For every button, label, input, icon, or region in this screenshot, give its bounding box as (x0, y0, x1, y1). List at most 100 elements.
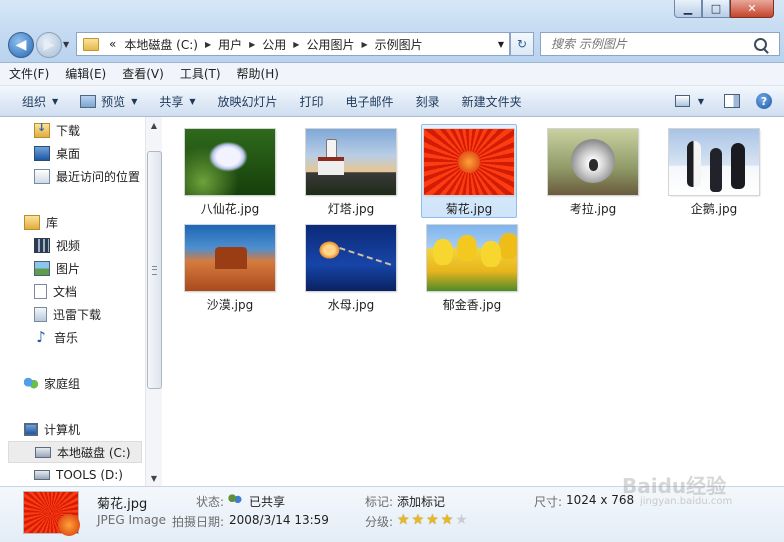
hard-drive-icon (34, 470, 50, 480)
file-list-view[interactable]: 八仙花.jpg 灯塔.jpg 菊花.jpg 考拉.jpg 企鹅.jpg 沙漠.j… (162, 117, 784, 486)
breadcrumb-separator-icon[interactable]: ▶ (202, 40, 214, 49)
refresh-button[interactable]: ↻ (510, 32, 534, 56)
slideshow-button[interactable]: 放映幻灯片 (207, 88, 289, 114)
menu-edit[interactable]: 编辑(E) (58, 63, 113, 85)
koala-thumbnail (548, 129, 638, 195)
window-controls: ▁ □ ✕ (674, 0, 774, 18)
file-item-jellyfish[interactable]: 水母.jpg (303, 220, 399, 314)
navigation-pane: 下载 桌面 最近访问的位置 库 视频 图片 文档 迅雷下载 (0, 117, 163, 486)
view-tools: ▼ ? (674, 86, 772, 116)
sidebar-item-pictures[interactable]: 图片 (34, 258, 80, 278)
sidebar-item-libraries[interactable]: 库 (24, 212, 58, 232)
help-icon[interactable]: ? (756, 93, 772, 109)
file-item-penguins[interactable]: 企鹅.jpg (666, 124, 762, 218)
star-icon[interactable]: ★ (455, 512, 468, 528)
sidebar-item-videos[interactable]: 视频 (34, 235, 80, 255)
view-dropdown-arrow-icon[interactable]: ▼ (690, 88, 704, 114)
sidebar-item-downloads[interactable]: 下载 (34, 120, 80, 140)
hydrangea-thumbnail (185, 129, 275, 195)
menu-help[interactable]: 帮助(H) (230, 63, 286, 85)
address-bar[interactable]: « 本地磁盘 (C:) ▶ 用户 ▶ 公用 ▶ 公用图片 ▶ 示例图片 ▼ (76, 32, 510, 56)
sidebar-item-label: 家庭组 (44, 376, 81, 391)
preview-button[interactable]: 预览 ▼ (69, 88, 148, 114)
sidebar-item-homegroup[interactable]: 家庭组 (24, 373, 80, 393)
search-icon[interactable] (754, 37, 767, 51)
command-bar: 组织 ▼ 预览 ▼ 共享 ▼ 放映幻灯片 打印 电子邮件 刻录 新建文件夹 ▼ … (0, 86, 784, 117)
file-name: 八仙花.jpg (200, 202, 260, 216)
music-note-icon: ♪ (36, 327, 46, 346)
search-input[interactable] (541, 36, 753, 52)
new-folder-button[interactable]: 新建文件夹 (451, 88, 533, 114)
burn-button[interactable]: 刻录 (405, 88, 451, 114)
scroll-up-arrow-icon[interactable]: ▲ (146, 117, 162, 133)
breadcrumb-local-disk[interactable]: 本地磁盘 (C:) (120, 36, 202, 53)
recent-pages-dropdown[interactable]: ▼ (63, 40, 69, 49)
menu-bar: 文件(F) 编辑(E) 查看(V) 工具(T) 帮助(H) (0, 63, 784, 86)
scrollbar-thumb[interactable] (147, 151, 162, 389)
navigation-scrollbar[interactable]: ▲ ▼ (145, 117, 162, 486)
sidebar-item-computer[interactable]: 计算机 (24, 419, 80, 439)
star-icon[interactable]: ★ (412, 512, 425, 528)
shared-users-icon (228, 494, 242, 506)
add-tags-field[interactable]: 添加标记 (397, 493, 445, 510)
organize-button[interactable]: 组织 ▼ (0, 88, 69, 114)
scroll-down-arrow-icon[interactable]: ▼ (146, 470, 162, 486)
breadcrumb-public-pictures[interactable]: 公用图片 (302, 36, 358, 53)
refresh-icon: ↻ (516, 37, 528, 51)
change-view-icon[interactable] (674, 95, 690, 107)
sidebar-item-recent-places[interactable]: 最近访问的位置 (34, 166, 140, 186)
file-item-hydrangea[interactable]: 八仙花.jpg (182, 124, 278, 218)
menu-file[interactable]: 文件(F) (2, 63, 56, 85)
breadcrumb-users[interactable]: 用户 (214, 36, 246, 53)
sidebar-item-desktop[interactable]: 桌面 (34, 143, 80, 163)
status-label: 状态: (196, 495, 225, 509)
homegroup-icon (24, 376, 38, 390)
sidebar-item-label: 计算机 (44, 422, 81, 437)
breadcrumb-separator-icon[interactable]: ▶ (246, 40, 258, 49)
file-item-tulips[interactable]: 郁金香.jpg (424, 220, 520, 314)
sidebar-item-documents[interactable]: 文档 (34, 281, 77, 301)
forward-button[interactable]: ▶ (36, 32, 62, 58)
sidebar-item-label: 视频 (56, 238, 81, 253)
sidebar-item-label: 图片 (56, 261, 81, 276)
penguins-thumbnail (669, 129, 759, 195)
address-overflow[interactable]: « (105, 37, 120, 51)
file-name: 沙漠.jpg (206, 298, 254, 312)
video-library-icon (34, 237, 50, 253)
close-button[interactable]: ✕ (730, 0, 774, 18)
share-button[interactable]: 共享 ▼ (148, 88, 206, 114)
breadcrumb-public[interactable]: 公用 (258, 36, 290, 53)
sidebar-item-music[interactable]: ♪ 音乐 (34, 327, 78, 347)
rating-stars[interactable]: ★ ★ ★ ★ ★ (397, 512, 470, 528)
star-icon[interactable]: ★ (426, 512, 439, 528)
breadcrumb-separator-icon[interactable]: ▶ (290, 40, 302, 49)
sidebar-item-label: 文档 (53, 284, 78, 299)
sidebar-item-thunder-downloads[interactable]: 迅雷下载 (34, 304, 101, 324)
selected-file-thumbnail (24, 492, 80, 536)
email-button[interactable]: 电子邮件 (335, 88, 405, 114)
status-value: 已共享 (249, 495, 286, 509)
breadcrumb-separator-icon[interactable]: ▶ (358, 40, 370, 49)
preview-pane-icon[interactable] (724, 94, 740, 108)
menu-tools[interactable]: 工具(T) (173, 63, 228, 85)
file-item-desert[interactable]: 沙漠.jpg (182, 220, 278, 314)
dimensions-label: 尺寸: (534, 495, 563, 509)
file-item-chrysanthemum[interactable]: 菊花.jpg (421, 124, 517, 218)
sidebar-item-local-disk-c[interactable]: 本地磁盘 (C:) (8, 441, 142, 463)
share-label: 共享 (159, 94, 184, 109)
search-box[interactable] (540, 32, 780, 56)
minimize-button[interactable]: ▁ (674, 0, 702, 18)
menu-view[interactable]: 查看(V) (115, 63, 171, 85)
file-item-lighthouse[interactable]: 灯塔.jpg (303, 124, 399, 218)
address-dropdown-icon[interactable]: ▼ (493, 40, 509, 49)
sidebar-item-tools-d[interactable]: TOOLS (D:) (34, 465, 123, 485)
maximize-button[interactable]: □ (702, 0, 730, 18)
organize-label: 组织 (22, 94, 47, 109)
back-button[interactable]: ◀ (8, 32, 34, 58)
file-item-koala[interactable]: 考拉.jpg (545, 124, 641, 218)
scroll-grip-icon (152, 266, 157, 275)
star-icon[interactable]: ★ (397, 512, 410, 528)
star-icon[interactable]: ★ (441, 512, 454, 528)
print-button[interactable]: 打印 (289, 88, 335, 114)
breadcrumb-sample-pictures[interactable]: 示例图片 (371, 36, 427, 53)
